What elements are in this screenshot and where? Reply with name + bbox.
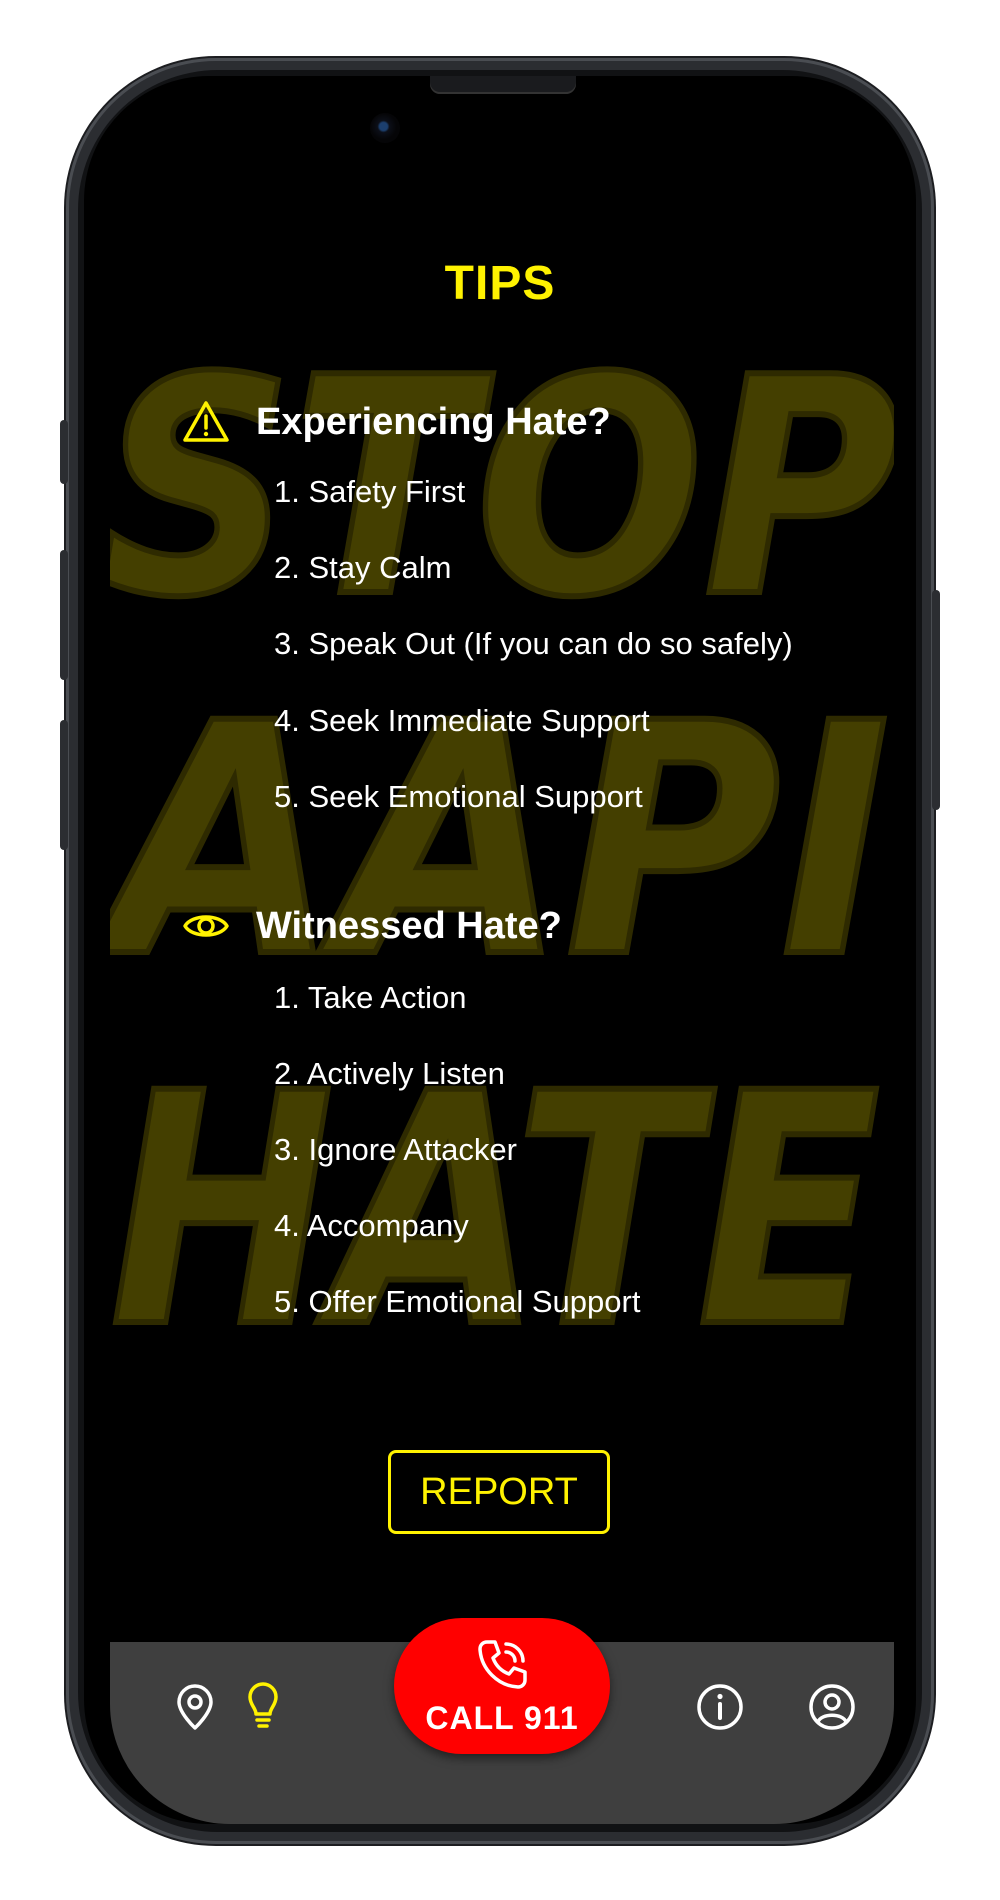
- witnessed-tip-5: 5. Offer Emotional Support: [274, 1284, 641, 1319]
- lightbulb-icon[interactable]: [238, 1680, 288, 1730]
- witnessed-tip-4: 4. Accompany: [274, 1208, 469, 1243]
- experiencing-hate-heading: Experiencing Hate?: [182, 398, 611, 446]
- witnessed-hate-title: Witnessed Hate?: [256, 904, 562, 947]
- witnessed-tip-2: 2. Actively Listen: [274, 1056, 505, 1091]
- phone-icon: [478, 1639, 527, 1689]
- call-911-button[interactable]: CALL 911: [394, 1618, 610, 1754]
- call-911-label: CALL 911: [425, 1699, 579, 1736]
- witnessed-tip-3: 3. Ignore Attacker: [274, 1132, 517, 1167]
- witnessed-tip-1: 1. Take Action: [274, 980, 467, 1015]
- speaker-grille: [430, 76, 576, 94]
- side-button-silent: [60, 420, 68, 484]
- report-button[interactable]: REPORT: [388, 1450, 610, 1534]
- experiencing-tip-1: 1. Safety First: [274, 474, 466, 509]
- info-icon[interactable]: [695, 1682, 745, 1732]
- eye-icon: [183, 915, 229, 937]
- warning-triangle-icon: [183, 401, 229, 442]
- witnessed-hate-heading: Witnessed Hate?: [182, 902, 562, 950]
- side-button-volume-down: [60, 720, 68, 850]
- front-camera: [370, 113, 400, 143]
- experiencing-tip-4: 4. Seek Immediate Support: [274, 703, 650, 738]
- map-pin-icon[interactable]: [170, 1682, 220, 1732]
- side-button-power: [932, 590, 940, 810]
- side-button-volume-up: [60, 550, 68, 680]
- experiencing-tip-2: 2. Stay Calm: [274, 550, 452, 585]
- profile-icon[interactable]: [807, 1682, 857, 1732]
- experiencing-hate-title: Experiencing Hate?: [256, 400, 611, 443]
- bg-line-1: STOP: [110, 314, 894, 663]
- experiencing-tip-3: 3. Speak Out (If you can do so safely): [274, 626, 793, 661]
- phone-screen: STOP AAPI HATE TIPS Experiencing Hate? 1…: [84, 76, 916, 1824]
- page-title: TIPS: [444, 257, 556, 310]
- experiencing-tip-5: 5. Seek Emotional Support: [274, 779, 643, 814]
